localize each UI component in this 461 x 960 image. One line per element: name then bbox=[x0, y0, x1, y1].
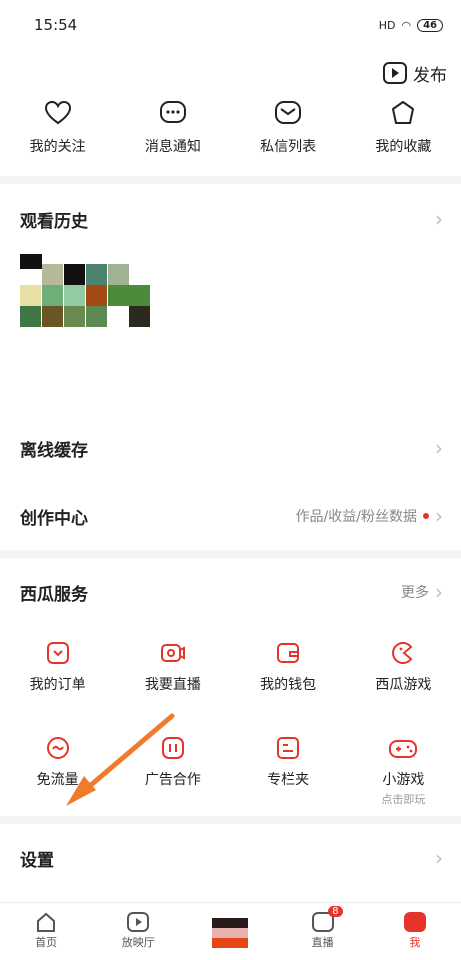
service-order[interactable]: 我的订单 bbox=[0, 626, 115, 721]
tab-cinema[interactable]: 放映厅 bbox=[98, 912, 178, 950]
publish-button[interactable]: 发布 bbox=[383, 61, 447, 86]
me-icon bbox=[403, 912, 426, 932]
history-title: 观看历史 bbox=[20, 211, 88, 232]
quick-messages[interactable]: 私信列表 bbox=[233, 100, 343, 176]
tab-me[interactable]: 我 bbox=[375, 912, 455, 950]
bottom-tab-bar: 首页 放映厅 8 直播 我 bbox=[0, 902, 461, 950]
service-header: 西瓜服务 更多 › bbox=[20, 580, 443, 605]
live-camera-icon bbox=[160, 644, 185, 662]
tab-center[interactable] bbox=[190, 918, 270, 950]
creator-center-subtitle: 作品/收益/粉丝数据 bbox=[295, 509, 417, 525]
annotation-arrow bbox=[66, 713, 175, 806]
home-icon bbox=[37, 912, 56, 932]
status-time: 15:54 bbox=[34, 16, 78, 34]
status-bar: 15:54 HD ◠ 46 bbox=[0, 0, 461, 50]
quick-follow[interactable]: 我的关注 bbox=[3, 100, 113, 176]
settings-row[interactable]: 设置 › bbox=[0, 824, 461, 892]
tab-live[interactable]: 8 直播 bbox=[283, 906, 363, 950]
service-game[interactable]: 西瓜游戏 bbox=[346, 626, 461, 721]
chevron-right-icon: › bbox=[435, 504, 443, 528]
heart-icon bbox=[44, 100, 71, 125]
mail-icon bbox=[275, 101, 302, 124]
history-header[interactable]: 观看历史 › bbox=[0, 184, 461, 254]
service-wallet[interactable]: 我的钱包 bbox=[231, 626, 346, 721]
chevron-right-icon: › bbox=[435, 580, 443, 604]
game-icon bbox=[392, 642, 413, 664]
service-mini-game[interactable]: 小游戏 点击即玩 bbox=[346, 721, 461, 816]
gamepad-icon bbox=[389, 740, 418, 758]
publish-label: 发布 bbox=[413, 65, 447, 86]
center-logo bbox=[212, 918, 249, 948]
offline-cache-row[interactable]: 离线缓存 › bbox=[0, 414, 461, 482]
status-icons: HD ◠ 46 bbox=[378, 18, 443, 32]
chevron-right-icon: › bbox=[435, 436, 443, 460]
play-icon bbox=[127, 912, 150, 932]
wallet-icon bbox=[277, 643, 300, 663]
quick-actions: 我的关注 消息通知 私信列表 我的收藏 bbox=[0, 96, 461, 176]
order-icon bbox=[46, 642, 69, 664]
column-icon bbox=[277, 737, 300, 759]
message-icon bbox=[159, 101, 186, 123]
chevron-right-icon: › bbox=[435, 846, 443, 870]
tab-home[interactable]: 首页 bbox=[6, 912, 86, 950]
wifi-icon: ◠ bbox=[401, 18, 412, 32]
publish-icon bbox=[383, 62, 407, 84]
star-icon bbox=[392, 101, 415, 124]
more-link[interactable]: 更多 › bbox=[401, 580, 443, 604]
service-column[interactable]: 专栏夹 bbox=[231, 721, 346, 816]
history-thumbnail[interactable] bbox=[20, 254, 150, 334]
service-live[interactable]: 我要直播 bbox=[115, 626, 230, 721]
chevron-right-icon: › bbox=[435, 207, 443, 231]
signal-icon: HD bbox=[378, 18, 396, 32]
battery-icon: 46 bbox=[417, 18, 443, 32]
mini-game-hint: 点击即玩 bbox=[381, 793, 426, 806]
quick-favorites[interactable]: 我的收藏 bbox=[348, 100, 458, 176]
live-badge: 8 bbox=[328, 906, 343, 917]
creator-center-row[interactable]: 创作中心 作品/收益/粉丝数据 › bbox=[0, 482, 461, 550]
quick-notifications[interactable]: 消息通知 bbox=[118, 100, 228, 176]
red-dot-indicator bbox=[423, 513, 429, 519]
